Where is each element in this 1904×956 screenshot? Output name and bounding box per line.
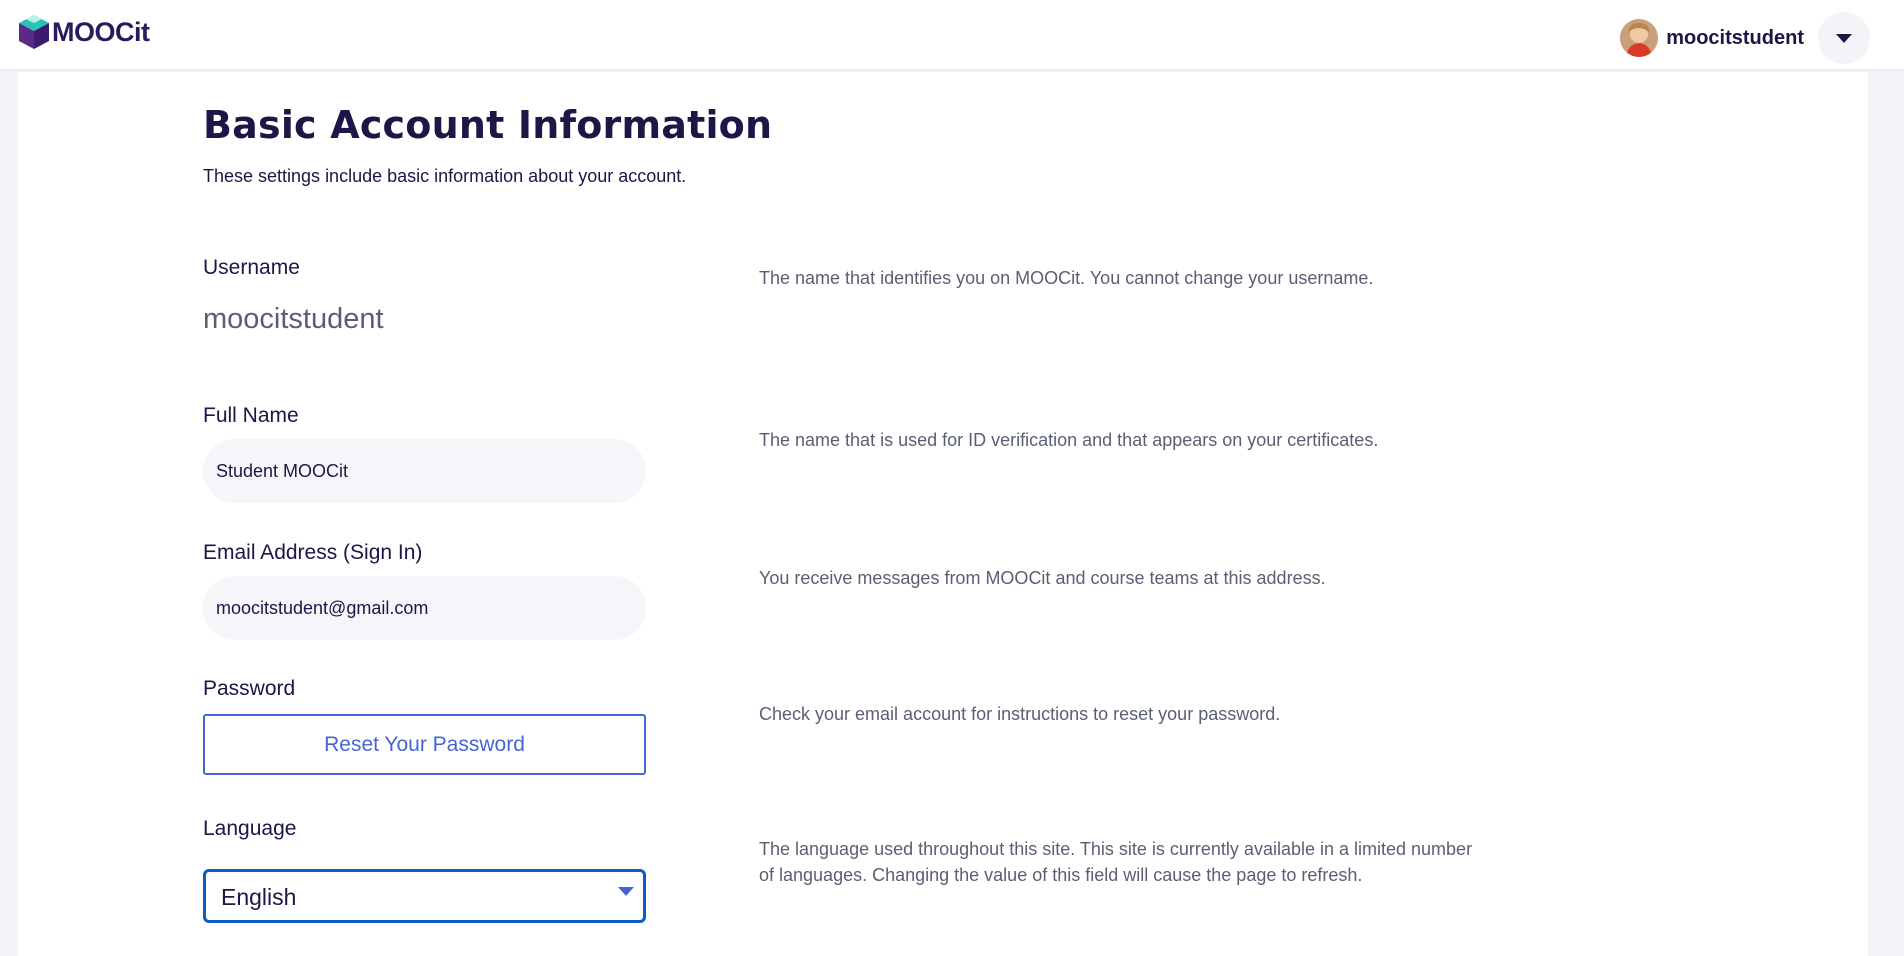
username-value: moocitstudent xyxy=(203,303,384,335)
language-help-line-2: of languages. Changing the value of this… xyxy=(759,865,1363,885)
page-title: Basic Account Information xyxy=(203,103,773,147)
user-menu-toggle-button[interactable] xyxy=(1818,12,1870,64)
full-name-label: Full Name xyxy=(203,404,299,427)
reset-password-button[interactable]: Reset Your Password xyxy=(203,714,646,775)
caret-down-icon xyxy=(618,887,634,896)
language-select[interactable]: English xyxy=(203,869,646,923)
email-label: Email Address (Sign In) xyxy=(203,541,423,564)
cube-logo-icon xyxy=(19,15,49,49)
email-help: You receive messages from MOOCit and cou… xyxy=(759,568,1326,588)
chevron-down-icon xyxy=(1836,33,1852,43)
password-label: Password xyxy=(203,677,296,700)
email-field[interactable] xyxy=(203,576,646,640)
header-username[interactable]: moocitstudent xyxy=(1666,27,1804,50)
password-help: Check your email account for instruction… xyxy=(759,704,1281,724)
user-menu[interactable]: moocitstudent xyxy=(1620,12,1870,64)
full-name-field[interactable] xyxy=(203,439,646,503)
language-help-line-1: The language used throughout this site. … xyxy=(759,839,1473,859)
language-selected-value: English xyxy=(221,884,297,910)
page-subtitle: These settings include basic information… xyxy=(203,166,687,186)
username-label: Username xyxy=(203,256,300,279)
language-label: Language xyxy=(203,817,297,840)
moocit-logo[interactable]: MOOCit xyxy=(18,14,150,50)
site-header: MOOCit moocitstudent xyxy=(0,0,1904,70)
logo-text: MOOCit xyxy=(52,16,150,47)
username-help: The name that identifies you on MOOCit. … xyxy=(759,268,1374,288)
avatar[interactable] xyxy=(1620,19,1659,57)
full-name-help: The name that is used for ID verificatio… xyxy=(759,430,1379,450)
